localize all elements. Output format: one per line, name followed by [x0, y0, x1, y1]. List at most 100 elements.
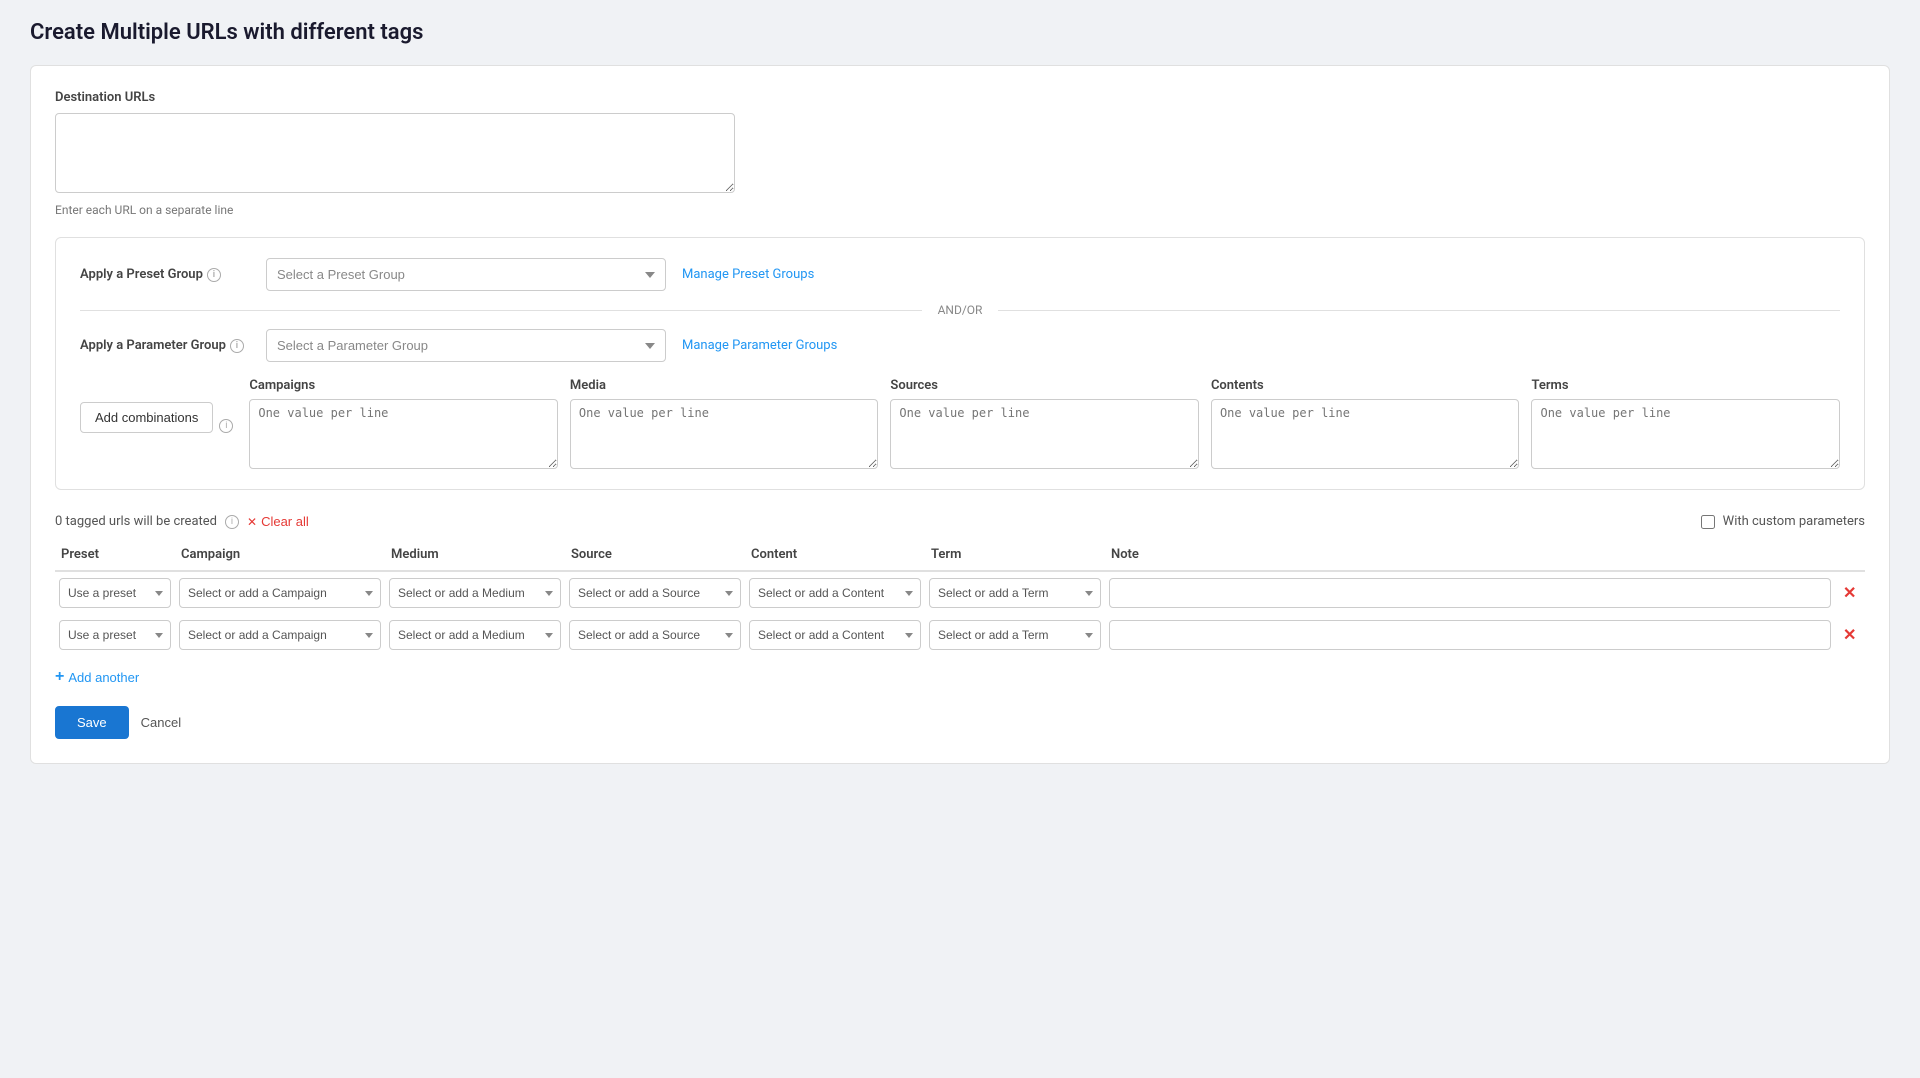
parameter-group-select[interactable]: Select a Parameter Group	[266, 329, 666, 362]
td-preset-1: Use a preset	[55, 571, 175, 614]
parameter-group-info-icon[interactable]: i	[230, 339, 244, 353]
url-table-section: 0 tagged urls will be created i ✕ Clear …	[55, 514, 1865, 739]
th-delete	[1835, 539, 1865, 571]
th-source: Source	[565, 539, 745, 571]
combo-col-terms: Terms	[1531, 378, 1840, 469]
combinations-section: Add combinations i Campaigns Media	[80, 378, 1840, 469]
andor-line-right	[998, 310, 1840, 311]
combinations-header: Add combinations i Campaigns Media	[80, 378, 1840, 469]
andor-text: AND/OR	[922, 303, 999, 317]
page-title: Create Multiple URLs with different tags	[30, 20, 1890, 45]
manage-parameter-groups-link[interactable]: Manage Parameter Groups	[682, 338, 837, 353]
combinations-columns: Campaigns Media Sources	[249, 378, 1840, 469]
combo-textarea-contents[interactable]	[1211, 399, 1520, 469]
td-medium-1: Select or add a Medium	[385, 571, 565, 614]
clear-all-button[interactable]: ✕ Clear all	[247, 514, 309, 529]
combo-col-sources-label: Sources	[890, 378, 1199, 393]
preset-group-row: Apply a Preset Group i Select a Preset G…	[80, 258, 1840, 291]
destination-urls-section: Destination URLs Enter each URL on a sep…	[55, 90, 1865, 217]
add-another-label: Add another	[68, 670, 139, 685]
td-delete-2: ✕	[1835, 614, 1865, 656]
td-preset-2: Use a preset	[55, 614, 175, 656]
action-buttons: Save Cancel	[55, 706, 1865, 739]
td-note-2	[1105, 614, 1835, 656]
content-select-1[interactable]: Select or add a Content	[749, 578, 921, 608]
td-term-1: Select or add a Term	[925, 571, 1105, 614]
content-select-2[interactable]: Select or add a Content	[749, 620, 921, 650]
andor-divider: AND/OR	[80, 303, 1840, 317]
urls-table: Preset Campaign Medium Source Content Te…	[55, 539, 1865, 656]
table-header-columns: Preset Campaign Medium Source Content Te…	[55, 539, 1865, 571]
campaign-select-1[interactable]: Select or add a Campaign	[179, 578, 381, 608]
table-body: Use a preset Select or add a Campaign Se…	[55, 571, 1865, 656]
combo-col-media: Media	[570, 378, 879, 469]
clear-all-label: Clear all	[261, 514, 309, 529]
table-header-right: With custom parameters	[1701, 514, 1865, 529]
destination-urls-label: Destination URLs	[55, 90, 1865, 105]
td-campaign-1: Select or add a Campaign	[175, 571, 385, 614]
th-note: Note	[1105, 539, 1835, 571]
td-medium-2: Select or add a Medium	[385, 614, 565, 656]
delete-row-1-button[interactable]: ✕	[1839, 579, 1860, 607]
source-select-2[interactable]: Select or add a Source	[569, 620, 741, 650]
medium-select-1[interactable]: Select or add a Medium	[389, 578, 561, 608]
preset-group-info-icon[interactable]: i	[207, 268, 221, 282]
source-select-1[interactable]: Select or add a Source	[569, 578, 741, 608]
combo-col-campaigns: Campaigns	[249, 378, 558, 469]
td-delete-1: ✕	[1835, 571, 1865, 614]
combo-col-contents-label: Contents	[1211, 378, 1520, 393]
andor-line-left	[80, 310, 922, 311]
medium-select-2[interactable]: Select or add a Medium	[389, 620, 561, 650]
note-input-2[interactable]	[1109, 620, 1831, 650]
delete-row-2-button[interactable]: ✕	[1839, 621, 1860, 649]
delete-row-1-icon: ✕	[1843, 583, 1856, 603]
add-another-button[interactable]: + Add another	[55, 668, 139, 686]
save-button[interactable]: Save	[55, 706, 129, 739]
add-combinations-button[interactable]: Add combinations	[80, 402, 213, 433]
delete-row-2-icon: ✕	[1843, 625, 1856, 645]
td-source-1: Select or add a Source	[565, 571, 745, 614]
preset-select-2[interactable]: Use a preset	[59, 620, 171, 650]
cancel-button[interactable]: Cancel	[141, 706, 181, 739]
tagged-count-text: 0 tagged urls will be created	[55, 514, 217, 529]
td-source-2: Select or add a Source	[565, 614, 745, 656]
combinations-info-icon[interactable]: i	[219, 419, 233, 433]
th-content: Content	[745, 539, 925, 571]
combo-col-sources: Sources	[890, 378, 1199, 469]
term-select-1[interactable]: Select or add a Term	[929, 578, 1101, 608]
th-campaign: Campaign	[175, 539, 385, 571]
td-content-1: Select or add a Content	[745, 571, 925, 614]
note-input-1[interactable]	[1109, 578, 1831, 608]
campaign-select-2[interactable]: Select or add a Campaign	[179, 620, 381, 650]
preset-group-select[interactable]: Select a Preset Group	[266, 258, 666, 291]
table-head: Preset Campaign Medium Source Content Te…	[55, 539, 1865, 571]
td-campaign-2: Select or add a Campaign	[175, 614, 385, 656]
combo-textarea-sources[interactable]	[890, 399, 1199, 469]
table-header-row: 0 tagged urls will be created i ✕ Clear …	[55, 514, 1865, 529]
table-header-left: 0 tagged urls will be created i ✕ Clear …	[55, 514, 309, 529]
td-term-2: Select or add a Term	[925, 614, 1105, 656]
table-info-icon[interactable]: i	[225, 515, 239, 529]
combo-col-campaigns-label: Campaigns	[249, 378, 558, 393]
combo-textarea-media[interactable]	[570, 399, 879, 469]
combo-textarea-terms[interactable]	[1531, 399, 1840, 469]
preset-group-label: Apply a Preset Group i	[80, 267, 250, 282]
destination-urls-input[interactable]	[55, 113, 735, 193]
custom-params-checkbox[interactable]	[1701, 515, 1715, 529]
th-term: Term	[925, 539, 1105, 571]
table-row: Use a preset Select or add a Campaign Se…	[55, 614, 1865, 656]
th-preset: Preset	[55, 539, 175, 571]
destination-urls-hint: Enter each URL on a separate line	[55, 203, 1865, 217]
combo-textarea-campaigns[interactable]	[249, 399, 558, 469]
term-select-2[interactable]: Select or add a Term	[929, 620, 1101, 650]
combo-col-contents: Contents	[1211, 378, 1520, 469]
table-row: Use a preset Select or add a Campaign Se…	[55, 571, 1865, 614]
preset-select-1[interactable]: Use a preset	[59, 578, 171, 608]
manage-preset-groups-link[interactable]: Manage Preset Groups	[682, 267, 814, 282]
th-medium: Medium	[385, 539, 565, 571]
add-another-plus-icon: +	[55, 668, 64, 686]
custom-params-label: With custom parameters	[1723, 514, 1865, 529]
parameter-group-row: Apply a Parameter Group i Select a Param…	[80, 329, 1840, 362]
combo-col-terms-label: Terms	[1531, 378, 1840, 393]
parameter-group-label: Apply a Parameter Group i	[80, 338, 250, 353]
